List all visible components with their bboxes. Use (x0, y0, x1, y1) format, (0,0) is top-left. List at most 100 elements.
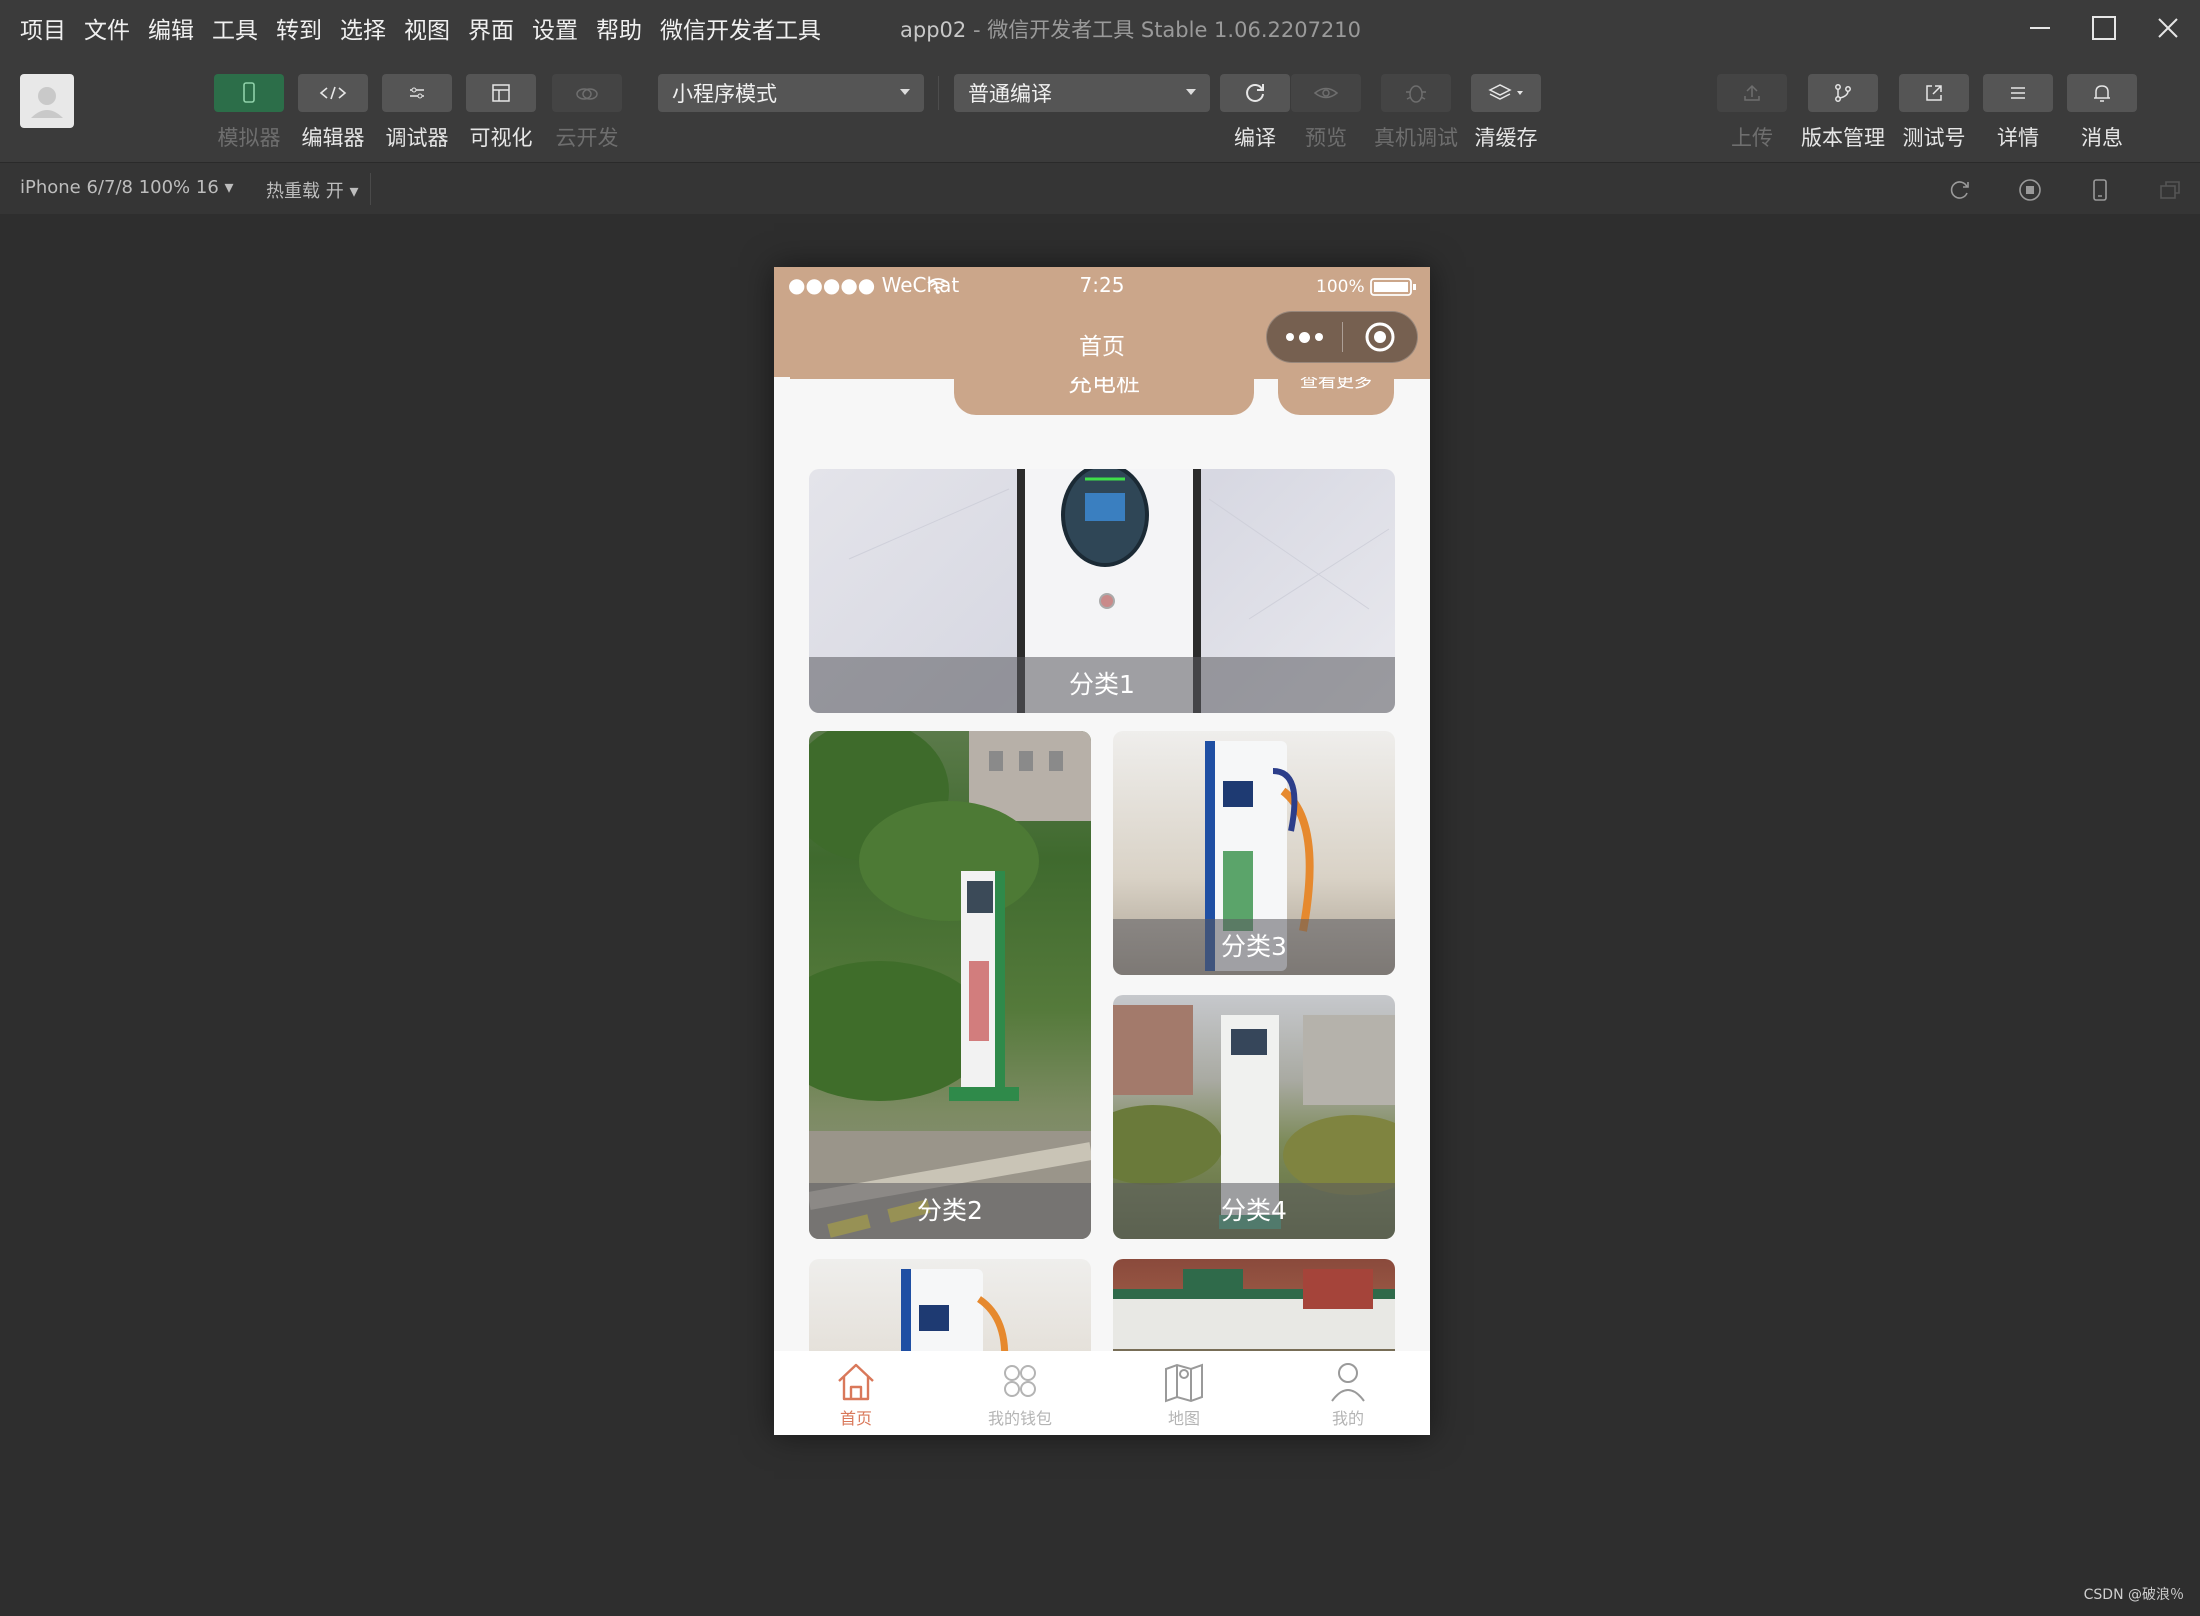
layout-icon (492, 84, 510, 102)
category-1-caption: 分类1 (809, 657, 1395, 713)
menu-tools[interactable]: 工具 (212, 11, 258, 45)
cloud-label: 云开发 (555, 126, 619, 150)
menu-settings[interactable]: 设置 (532, 11, 578, 45)
preview-button[interactable] (1291, 74, 1361, 112)
compile-select[interactable]: 普通编译 (954, 74, 1210, 112)
version-tool[interactable]: 版本管理 (1801, 74, 1885, 152)
tab-wallet[interactable]: 我的钱包 (938, 1351, 1102, 1435)
cloud-tool[interactable]: 云开发 (552, 74, 622, 152)
simulator-tool[interactable]: 模拟器 (214, 74, 284, 152)
upload-tool[interactable]: 上传 (1717, 74, 1787, 152)
test-account-button[interactable] (1899, 74, 1969, 112)
device-debug-button[interactable] (1381, 74, 1451, 112)
more-dot-icon (1285, 333, 1294, 341)
upload-button[interactable] (1717, 74, 1787, 112)
toolbar: 模拟器 编辑器 调试器 可视化 云开发 小程序模式 普通编译 编译 预览 真机调… (0, 56, 2200, 162)
editor-tool[interactable]: 编辑器 (298, 74, 368, 152)
simulator-button[interactable] (214, 74, 284, 112)
editor-button[interactable] (298, 74, 368, 112)
clear-cache-tool[interactable]: 清缓存 (1471, 74, 1541, 152)
wallet-icon (1004, 1365, 1036, 1397)
compile-label: 编译 (1234, 126, 1276, 150)
bell-icon (2094, 85, 2110, 102)
version-label: 版本管理 (1801, 126, 1885, 150)
clear-cache-button[interactable] (1471, 74, 1541, 112)
detach-window-button[interactable] (2155, 175, 2185, 205)
menu-help[interactable]: 帮助 (596, 11, 642, 45)
tab-map[interactable]: 地图 (1102, 1351, 1266, 1435)
minimize-icon (2030, 27, 2050, 29)
debugger-button[interactable] (382, 74, 452, 112)
category-2-image (809, 731, 1091, 1239)
compile-select-value: 普通编译 (968, 82, 1052, 106)
window-title-rest: - 微信开发者工具 Stable 1.06.2207210 (966, 18, 1362, 42)
device-debug-tool[interactable]: 真机调试 (1374, 74, 1458, 152)
debugger-tool[interactable]: 调试器 (382, 74, 452, 152)
visual-label: 可视化 (469, 126, 533, 150)
capsule-menu (1266, 311, 1418, 363)
sliders-icon (410, 87, 424, 99)
details-label: 详情 (1997, 126, 2039, 150)
category-card-4[interactable]: 分类4 (1113, 995, 1395, 1239)
test-account-label: 测试号 (1902, 126, 1966, 150)
close-button[interactable] (2136, 0, 2200, 56)
device-frame-button[interactable] (2085, 175, 2115, 205)
target-icon (1365, 322, 1395, 352)
user-avatar[interactable] (20, 74, 74, 128)
map-icon (1165, 1363, 1203, 1403)
stop-button[interactable] (2015, 175, 2045, 205)
details-button[interactable] (1983, 74, 2053, 112)
menu-project[interactable]: 项目 (20, 11, 66, 45)
hot-reload-select[interactable]: 热重载 开 ▾ (266, 177, 358, 203)
details-tool[interactable]: 详情 (1983, 74, 2053, 152)
menu-view[interactable]: 视图 (404, 11, 450, 45)
compile-button[interactable] (1220, 74, 1290, 112)
view-more-button[interactable]: 查看更多 (1278, 373, 1394, 415)
menu-goto[interactable]: 转到 (276, 11, 322, 45)
layers-icon (1488, 84, 1523, 100)
exit-button[interactable] (1343, 320, 1418, 354)
tab-home[interactable]: 首页 (774, 1351, 938, 1435)
more-button[interactable] (1267, 331, 1342, 343)
status-battery-text: 100% (1316, 277, 1365, 297)
branch-icon (1835, 84, 1851, 102)
version-button[interactable] (1808, 74, 1878, 112)
messages-button[interactable] (2067, 74, 2137, 112)
device-bar: iPhone 6/7/8 100% 16 ▾ 热重载 开 ▾ (0, 162, 2200, 214)
test-account-tool[interactable]: 测试号 (1899, 74, 1969, 152)
rotate-icon (1950, 181, 1969, 199)
category-card-2[interactable]: 分类2 (809, 731, 1091, 1239)
category-card-3[interactable]: 分类3 (1113, 731, 1395, 975)
tab-map-label: 地图 (1167, 1409, 1200, 1428)
tab-bar: 首页 我的钱包 地图 我的 (774, 1351, 1430, 1435)
compile-tool[interactable]: 编译 (1220, 74, 1290, 152)
preview-tool[interactable]: 预览 (1291, 74, 1361, 152)
messages-tool[interactable]: 消息 (2067, 74, 2137, 152)
menu-icon (2011, 87, 2025, 99)
menu-interface[interactable]: 界面 (468, 11, 514, 45)
menu-file[interactable]: 文件 (84, 11, 130, 45)
visual-tool[interactable]: 可视化 (466, 74, 536, 152)
menu-select[interactable]: 选择 (340, 11, 386, 45)
category-card-1[interactable]: 分类1 (809, 469, 1395, 713)
cloud-button[interactable] (552, 74, 622, 112)
minimize-button[interactable] (2008, 0, 2072, 56)
menu-edit[interactable]: 编辑 (148, 11, 194, 45)
window-controls (2008, 0, 2200, 56)
category-4-caption: 分类4 (1113, 1183, 1395, 1239)
menu-wechat-devtools[interactable]: 微信开发者工具 (660, 11, 821, 45)
close-icon (2158, 18, 2178, 38)
tab-wallet-label: 我的钱包 (987, 1409, 1052, 1428)
mode-select[interactable]: 小程序模式 (658, 74, 924, 112)
rotate-button[interactable] (1945, 175, 1975, 205)
device-select[interactable]: iPhone 6/7/8 100% 16 ▾ (20, 177, 234, 198)
device-bar-divider (370, 173, 371, 205)
charger-illustration (809, 731, 1091, 1239)
tab-home-label: 首页 (839, 1409, 872, 1428)
tab-profile[interactable]: 我的 (1266, 1351, 1430, 1435)
maximize-button[interactable] (2072, 0, 2136, 56)
visual-button[interactable] (466, 74, 536, 112)
user-icon (31, 87, 63, 118)
more-dot-icon (1298, 331, 1310, 343)
external-link-icon (1926, 85, 1942, 101)
